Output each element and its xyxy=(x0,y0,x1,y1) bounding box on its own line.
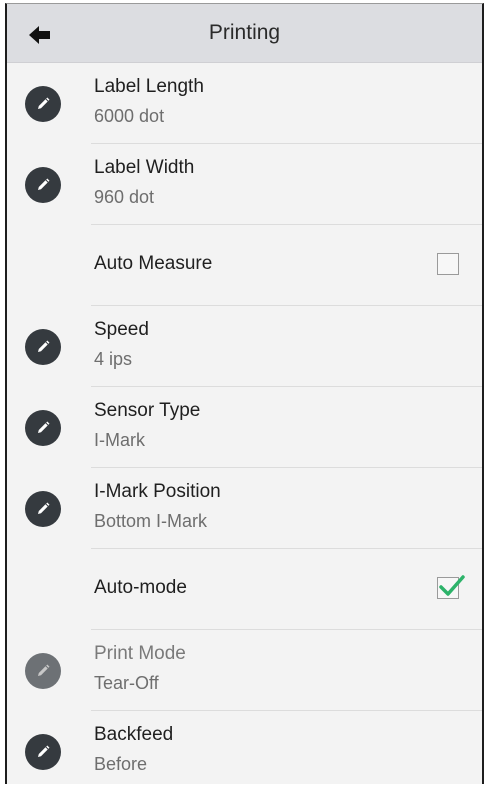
pencil-icon xyxy=(25,653,61,689)
setting-speed[interactable]: Speed 4 ips xyxy=(7,306,482,387)
setting-sensor-type[interactable]: Sensor Type I-Mark xyxy=(7,387,482,468)
auto-measure-checkbox[interactable] xyxy=(437,253,459,275)
setting-value: Tear-Off xyxy=(94,673,159,693)
pencil-icon[interactable] xyxy=(25,329,61,365)
setting-value: I-Mark xyxy=(94,430,145,450)
setting-label-length[interactable]: Label Length 6000 dot xyxy=(7,63,482,144)
setting-i-mark-position[interactable]: I-Mark Position Bottom I-Mark xyxy=(7,468,482,549)
setting-value: 6000 dot xyxy=(94,106,165,126)
checkbox-label: Auto-mode xyxy=(94,577,187,598)
setting-backfeed[interactable]: Backfeed Before xyxy=(7,711,482,784)
pencil-icon[interactable] xyxy=(25,410,61,446)
setting-auto-measure[interactable]: Auto Measure xyxy=(7,225,482,306)
setting-auto-mode[interactable]: Auto-mode xyxy=(7,549,482,630)
setting-title: Label Length xyxy=(94,76,204,97)
auto-mode-checkbox[interactable] xyxy=(437,575,465,599)
setting-title: Speed xyxy=(94,319,149,340)
setting-print-mode: Print Mode Tear-Off xyxy=(7,630,482,711)
setting-title: Print Mode xyxy=(94,643,186,664)
pencil-icon[interactable] xyxy=(25,734,61,770)
setting-value: 960 dot xyxy=(94,187,155,207)
header-bar: Printing xyxy=(7,4,482,63)
checkbox-label: Auto Measure xyxy=(94,253,213,274)
app-frame: Printing Label Length 6000 dot Label Wid… xyxy=(5,3,484,784)
pencil-icon[interactable] xyxy=(25,491,61,527)
setting-value: Before xyxy=(94,754,148,774)
pencil-icon[interactable] xyxy=(25,86,61,122)
setting-value: Bottom I-Mark xyxy=(94,511,208,531)
settings-list: Label Length 6000 dot Label Width 960 do… xyxy=(7,63,482,784)
checkmark-icon xyxy=(439,575,465,596)
setting-value: 4 ips xyxy=(94,349,133,369)
setting-title: Sensor Type xyxy=(94,400,201,421)
pencil-icon[interactable] xyxy=(25,167,61,203)
page-title: Printing xyxy=(208,21,281,44)
setting-title: Backfeed xyxy=(94,724,174,745)
setting-title: I-Mark Position xyxy=(94,481,221,502)
setting-label-width[interactable]: Label Width 960 dot xyxy=(7,144,482,225)
setting-title: Label Width xyxy=(94,157,195,178)
